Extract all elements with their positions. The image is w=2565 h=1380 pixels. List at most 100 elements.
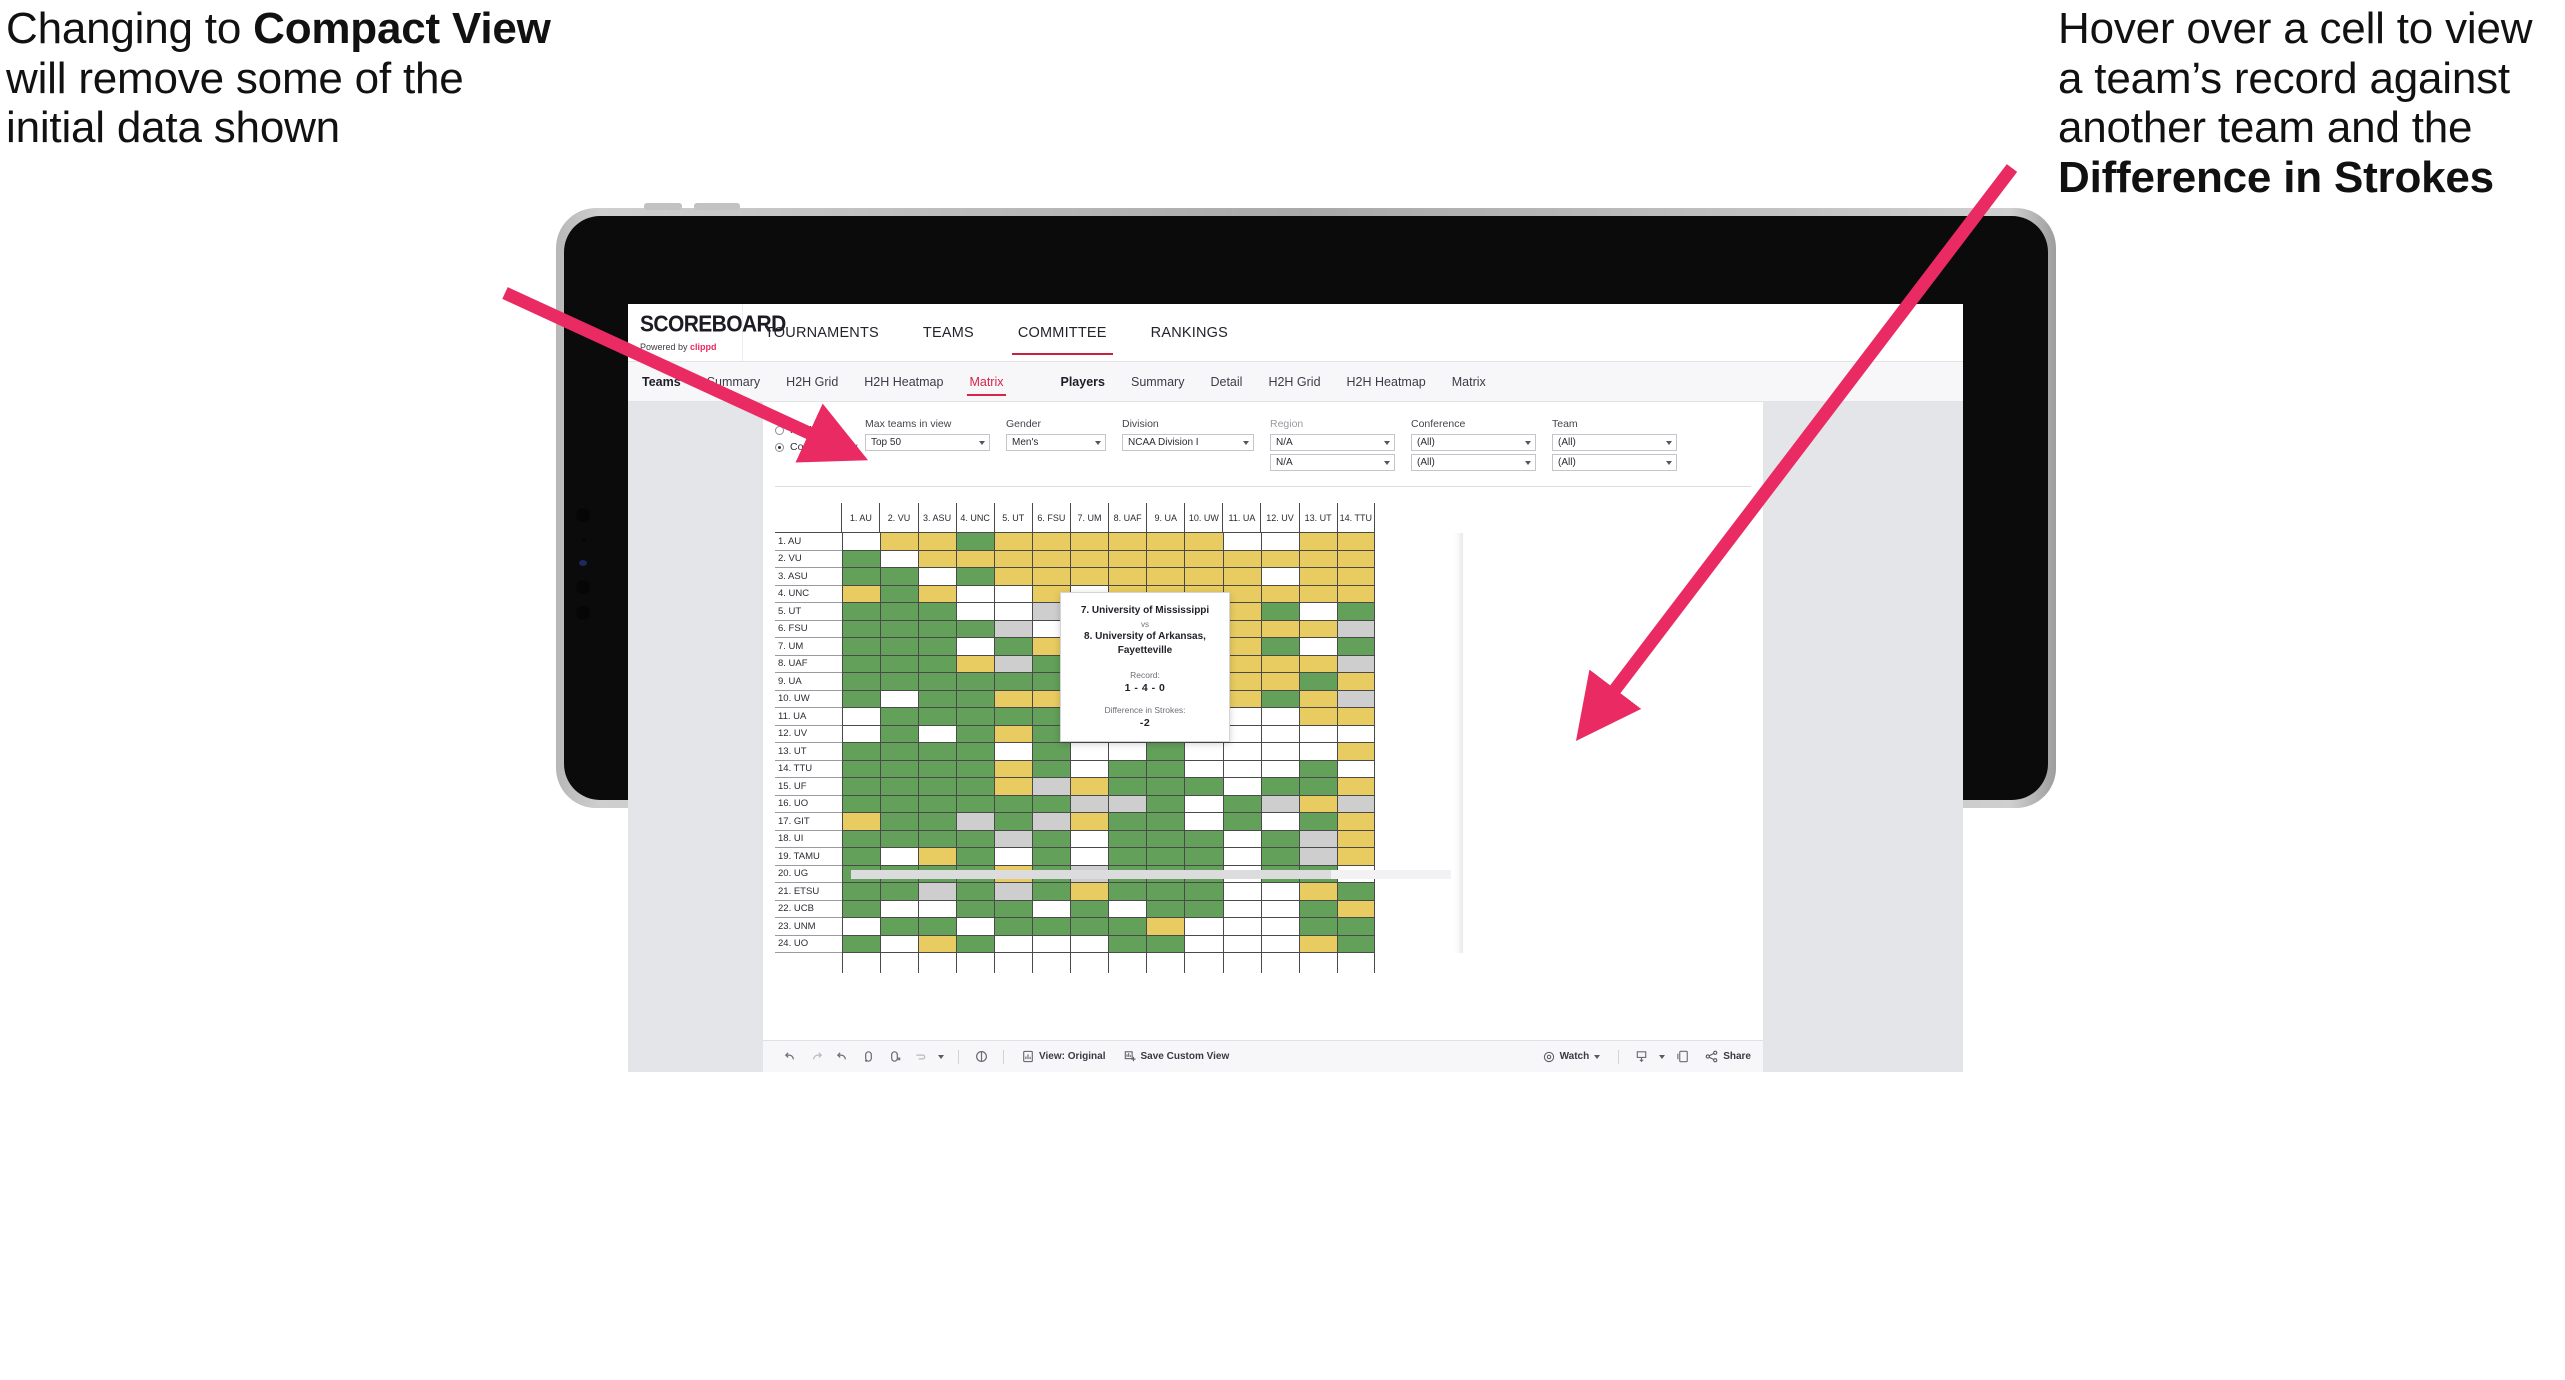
matrix-cell[interactable]: [1298, 690, 1337, 708]
matrix-cell[interactable]: [1108, 883, 1147, 901]
revert-icon[interactable]: [829, 1044, 855, 1070]
matrix-cell[interactable]: [1146, 830, 1185, 848]
filter-region-select-1[interactable]: N/A: [1270, 434, 1395, 451]
volume-down-button[interactable]: [694, 203, 740, 210]
matrix-cell[interactable]: [1222, 568, 1261, 586]
matrix-cell[interactable]: [993, 673, 1033, 691]
matrix-cell[interactable]: [1336, 900, 1376, 918]
matrix-cell[interactable]: [993, 620, 1033, 638]
matrix-cell[interactable]: [1222, 900, 1261, 918]
matrix-cell[interactable]: [955, 918, 994, 936]
matrix-cell[interactable]: [917, 760, 956, 778]
matrix-cell[interactable]: [841, 918, 880, 936]
matrix-cell[interactable]: [879, 725, 918, 743]
matrix-cell[interactable]: [993, 760, 1033, 778]
matrix-cell[interactable]: [993, 533, 1033, 551]
matrix-cell[interactable]: [879, 760, 918, 778]
matrix-column-header[interactable]: 9. UA: [1146, 503, 1185, 533]
matrix-cell[interactable]: [917, 900, 956, 918]
matrix-cell[interactable]: [1336, 638, 1376, 656]
matrix-cell[interactable]: [1108, 550, 1147, 568]
fullscreen-icon[interactable]: [1670, 1044, 1696, 1070]
matrix-row-label[interactable]: 12. UV: [775, 726, 842, 743]
scrollbar-thumb[interactable]: [851, 870, 1331, 879]
matrix-cell[interactable]: [1184, 795, 1223, 813]
matrix-row-label[interactable]: 17. GIT: [775, 813, 842, 831]
matrix-row-label[interactable]: 16. UO: [775, 796, 842, 813]
matrix-cell[interactable]: [879, 550, 918, 568]
matrix-cell[interactable]: [917, 848, 956, 866]
matrix-cell[interactable]: [917, 795, 956, 813]
matrix-row-label[interactable]: 7. UM: [775, 638, 842, 656]
matrix-column-header[interactable]: 5. UT: [993, 503, 1032, 533]
matrix-cell[interactable]: [993, 690, 1033, 708]
matrix-cell[interactable]: [1260, 830, 1299, 848]
matrix-cell[interactable]: [917, 603, 956, 621]
matrix-cell[interactable]: [955, 813, 994, 831]
matrix-row-label[interactable]: 9. UA: [775, 673, 842, 691]
matrix-row-label[interactable]: 1. AU: [775, 533, 842, 551]
matrix-cell[interactable]: [1260, 533, 1299, 551]
matrix-cell[interactable]: [955, 655, 994, 673]
matrix-cell[interactable]: [993, 883, 1033, 901]
matrix-cell[interactable]: [1184, 830, 1223, 848]
matrix-cell[interactable]: [1146, 918, 1185, 936]
matrix-cell[interactable]: [879, 883, 918, 901]
matrix-cell[interactable]: [993, 900, 1033, 918]
matrix-cell[interactable]: [1146, 760, 1185, 778]
matrix-cell[interactable]: [1070, 848, 1109, 866]
matrix-cell[interactable]: [1032, 550, 1071, 568]
matrix-cell[interactable]: [993, 795, 1033, 813]
matrix-cell[interactable]: [1032, 900, 1071, 918]
matrix-cell[interactable]: [1184, 883, 1223, 901]
matrix-cell[interactable]: [841, 743, 880, 761]
subnav-teams-summary[interactable]: Summary: [694, 362, 773, 402]
matrix-cell[interactable]: [1222, 550, 1261, 568]
matrix-cell[interactable]: [1146, 743, 1185, 761]
matrix-cell[interactable]: [1070, 778, 1109, 796]
matrix-column-header[interactable]: 14. TTU: [1336, 503, 1375, 533]
matrix-cell[interactable]: [879, 848, 918, 866]
matrix-cell[interactable]: [955, 603, 994, 621]
matrix-cell[interactable]: [1298, 708, 1337, 726]
matrix-cell[interactable]: [1336, 918, 1376, 936]
matrix-cell[interactable]: [1260, 725, 1299, 743]
matrix-cell[interactable]: [1032, 813, 1071, 831]
view-original-button[interactable]: View: Original: [1013, 1050, 1115, 1063]
matrix-cell[interactable]: [993, 813, 1033, 831]
matrix-cell[interactable]: [1070, 918, 1109, 936]
matrix-cell[interactable]: [1260, 760, 1299, 778]
matrix-cell[interactable]: [1146, 813, 1185, 831]
matrix-cell[interactable]: [1070, 743, 1109, 761]
matrix-cell[interactable]: [993, 655, 1033, 673]
matrix-cell[interactable]: [841, 883, 880, 901]
matrix-cell[interactable]: [1222, 743, 1261, 761]
filter-team-select-2[interactable]: (All): [1552, 454, 1677, 471]
matrix-cell[interactable]: [1032, 533, 1071, 551]
matrix-cell[interactable]: [1070, 883, 1109, 901]
matrix-cell[interactable]: [955, 533, 994, 551]
matrix-column-header[interactable]: 10. UW: [1184, 503, 1223, 533]
matrix-cell[interactable]: [1032, 883, 1071, 901]
matrix-cell[interactable]: [1336, 568, 1376, 586]
matrix-cell[interactable]: [993, 603, 1033, 621]
matrix-row-label[interactable]: 24. UO: [775, 936, 842, 953]
matrix-cell[interactable]: [841, 795, 880, 813]
matrix-cell[interactable]: [1070, 568, 1109, 586]
matrix-row-label[interactable]: 11. UA: [775, 708, 842, 726]
matrix-cell[interactable]: [1032, 778, 1071, 796]
matrix-cell[interactable]: [1108, 918, 1147, 936]
matrix-cell[interactable]: [1336, 533, 1376, 551]
matrix-cell[interactable]: [1108, 848, 1147, 866]
matrix-cell[interactable]: [1336, 760, 1376, 778]
matrix-cell[interactable]: [1298, 795, 1337, 813]
matrix-column-header[interactable]: 8. UAF: [1108, 503, 1147, 533]
matrix-cell[interactable]: [1032, 918, 1071, 936]
matrix-cell[interactable]: [1108, 813, 1147, 831]
topnav-committee[interactable]: COMMITTEE: [996, 304, 1129, 361]
matrix-cell[interactable]: [1184, 848, 1223, 866]
matrix-cell[interactable]: [993, 568, 1033, 586]
matrix-cell[interactable]: [1222, 830, 1261, 848]
matrix-cell[interactable]: [879, 830, 918, 848]
matrix-cell[interactable]: [1260, 620, 1299, 638]
